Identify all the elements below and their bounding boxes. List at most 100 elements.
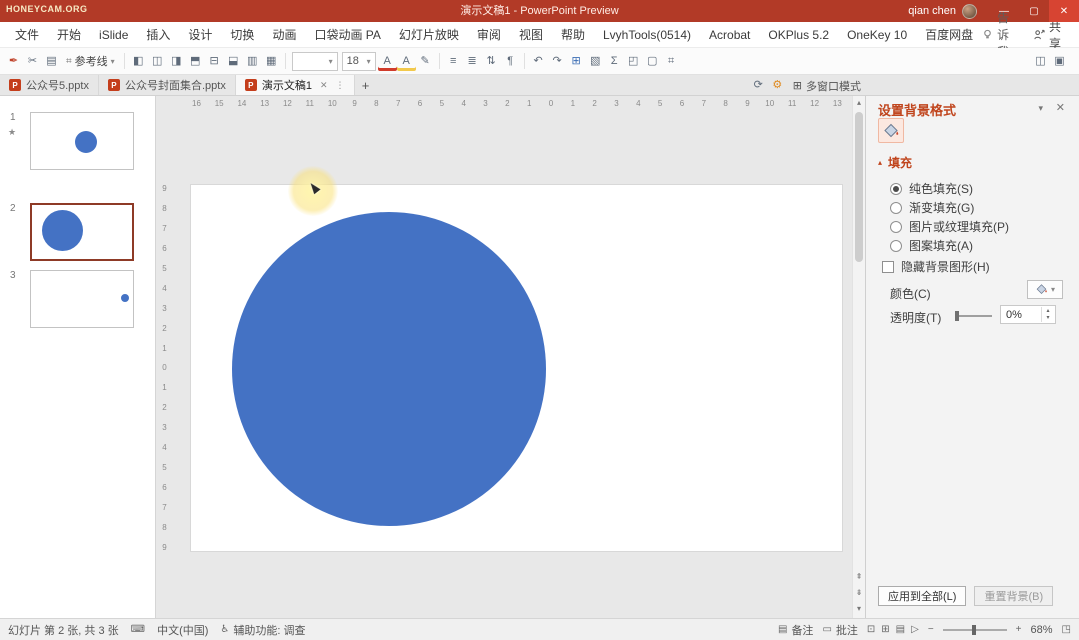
slider-thumb[interactable] [955, 311, 959, 321]
slide-thumbnail-2-selected[interactable]: 2 [0, 203, 155, 265]
spin-up-icon[interactable]: ▴ [1046, 308, 1049, 315]
grid-settings-icon[interactable]: ⌗ [662, 52, 681, 71]
previous-slide-button[interactable]: ⇞ [853, 570, 865, 584]
option-picture-fill[interactable]: 图片或纹理填充(P) [890, 218, 1009, 235]
zoom-level[interactable]: 68% [1031, 624, 1053, 636]
paragraph-icon[interactable]: ¶ [501, 52, 520, 71]
zoom-in-button[interactable]: + [1016, 624, 1022, 635]
distribute-horizontal-icon[interactable]: ▥ [243, 52, 262, 71]
notes-button[interactable]: ▤ 备注 [778, 622, 813, 638]
menu-tab[interactable]: LvyhTools(0514) [594, 22, 700, 47]
comments-button[interactable]: ▭ 批注 [822, 622, 857, 638]
paste-icon[interactable]: ▤ [42, 52, 61, 71]
account-name[interactable]: qian chen [908, 5, 956, 17]
slide-canvas[interactable] [190, 184, 843, 552]
shape-fill-icon[interactable]: ▧ [586, 52, 605, 71]
align-bottom-icon[interactable]: ⬓ [224, 52, 243, 71]
slide-thumbnail-3[interactable]: 3 [0, 270, 155, 332]
reset-background-button[interactable]: 重置背景(B) [974, 586, 1053, 606]
minimize-button[interactable]: — [989, 0, 1019, 22]
doc-tab-active[interactable]: P 演示文稿1 ✕ ⋮ [236, 75, 355, 95]
keyboard-icon[interactable]: ⌨ [131, 624, 145, 635]
justify-icon[interactable]: ≣ [463, 52, 482, 71]
menu-tab[interactable]: 开始 [48, 22, 90, 47]
slide-thumb-canvas[interactable] [30, 270, 134, 328]
shape-icon[interactable]: ▢ [643, 52, 662, 71]
undo-icon[interactable]: ↶ [529, 52, 548, 71]
pane-close-icon[interactable]: ✕ [1056, 101, 1065, 114]
zoom-out-button[interactable]: − [928, 624, 934, 635]
spin-down-icon[interactable]: ▾ [1046, 315, 1049, 322]
reading-view-button[interactable]: ▤ [896, 624, 905, 635]
menu-tab[interactable]: Acrobat [700, 22, 759, 47]
option-pattern-fill[interactable]: 图案填充(A) [890, 237, 973, 254]
doc-tab[interactable]: P 公众号5.pptx [0, 75, 99, 95]
settings-gear-icon[interactable]: ⚙ [768, 76, 787, 95]
scroll-up-button[interactable]: ▴ [853, 96, 865, 110]
table-icon[interactable]: ⊞ [567, 52, 586, 71]
pen-icon[interactable]: ✎ [416, 52, 435, 71]
arrange-icon[interactable]: ◰ [624, 52, 643, 71]
scrollbar-thumb[interactable] [855, 112, 863, 262]
close-tab-icon[interactable]: ✕ [320, 80, 328, 91]
slide-thumbnail-1[interactable]: 1 ★ [0, 112, 155, 174]
avatar[interactable] [962, 4, 977, 19]
pane-layout-icon[interactable]: ◫ [1031, 52, 1050, 71]
next-slide-button[interactable]: ⇟ [853, 586, 865, 600]
slide-thumb-canvas[interactable] [30, 203, 134, 261]
share-button[interactable]: 共享 [1034, 18, 1063, 52]
language-status[interactable]: 中文(中国) [157, 622, 208, 638]
multi-window-toggle[interactable]: ⊞ 多窗口模式 [793, 78, 861, 94]
close-button[interactable]: ✕ [1049, 0, 1079, 22]
accessibility-status[interactable]: ♿ 辅助功能: 调查 [220, 622, 305, 638]
align-text-icon[interactable]: ≡ [444, 52, 463, 71]
menu-tab[interactable]: OneKey 10 [838, 22, 916, 47]
brush-icon[interactable]: ✒ [4, 52, 23, 71]
tab-menu-icon[interactable]: ⋮ [336, 80, 345, 91]
menu-tab[interactable]: 动画 [263, 22, 305, 47]
fill-tab-button[interactable] [878, 118, 904, 143]
transparency-input[interactable]: 0% ▴ ▾ [1000, 305, 1056, 324]
cut-icon[interactable]: ✂ [23, 52, 42, 71]
slideshow-button[interactable]: ▷ [911, 624, 919, 635]
menu-tab[interactable]: 插入 [137, 22, 179, 47]
equation-icon[interactable]: Σ [605, 52, 624, 71]
slide-thumb-canvas[interactable] [30, 112, 134, 170]
menu-tab[interactable]: 视图 [510, 22, 552, 47]
menu-tab[interactable]: iSlide [90, 22, 137, 47]
sync-icon[interactable]: ⟳ [749, 76, 768, 95]
option-gradient-fill[interactable]: 渐变填充(G) [890, 199, 974, 216]
doc-tab[interactable]: P 公众号封面集合.pptx [99, 75, 236, 95]
font-color-icon[interactable]: A [378, 52, 397, 71]
menu-tab[interactable]: 帮助 [552, 22, 594, 47]
align-middle-icon[interactable]: ⊟ [205, 52, 224, 71]
menu-tab[interactable]: 审阅 [468, 22, 510, 47]
oval-shape[interactable] [232, 212, 546, 526]
font-size-dropdown[interactable]: 18 ▾ [342, 52, 376, 71]
menu-tab[interactable]: 文件 [6, 22, 48, 47]
redo-icon[interactable]: ↷ [548, 52, 567, 71]
scroll-down-button[interactable]: ▾ [853, 602, 865, 616]
fill-color-button[interactable]: ▾ [1027, 280, 1063, 299]
menu-tab[interactable]: 百度网盘 [916, 22, 982, 47]
menu-tab[interactable]: 设计 [179, 22, 221, 47]
align-right-icon[interactable]: ◨ [167, 52, 186, 71]
ribbon-display-icon[interactable]: ▣ [1050, 52, 1069, 71]
shape-style-dropdown[interactable]: ▾ [292, 52, 338, 71]
align-top-icon[interactable]: ⬒ [186, 52, 205, 71]
align-left-icon[interactable]: ◧ [129, 52, 148, 71]
menu-tab[interactable]: OKPlus 5.2 [759, 22, 838, 47]
zoom-slider[interactable] [943, 629, 1007, 631]
option-solid-fill[interactable]: 纯色填充(S) [890, 180, 973, 197]
transparency-slider[interactable] [956, 315, 992, 317]
menu-tab[interactable]: 幻灯片放映 [390, 22, 468, 47]
text-highlight-icon[interactable]: A [397, 52, 416, 71]
maximize-button[interactable]: ▢ [1019, 0, 1049, 22]
zoom-slider-thumb[interactable] [972, 625, 976, 635]
menu-tab[interactable]: 口袋动画 PA [305, 22, 389, 47]
pane-options-icon[interactable]: ▾ [1038, 103, 1043, 114]
hide-background-checkbox[interactable]: 隐藏背景图形(H) [882, 258, 990, 275]
fit-to-window-button[interactable]: ◳ [1062, 624, 1071, 635]
line-spacing-icon[interactable]: ⇅ [482, 52, 501, 71]
guides-toggle[interactable]: ⌗ 参考线 ▾ [61, 53, 120, 69]
